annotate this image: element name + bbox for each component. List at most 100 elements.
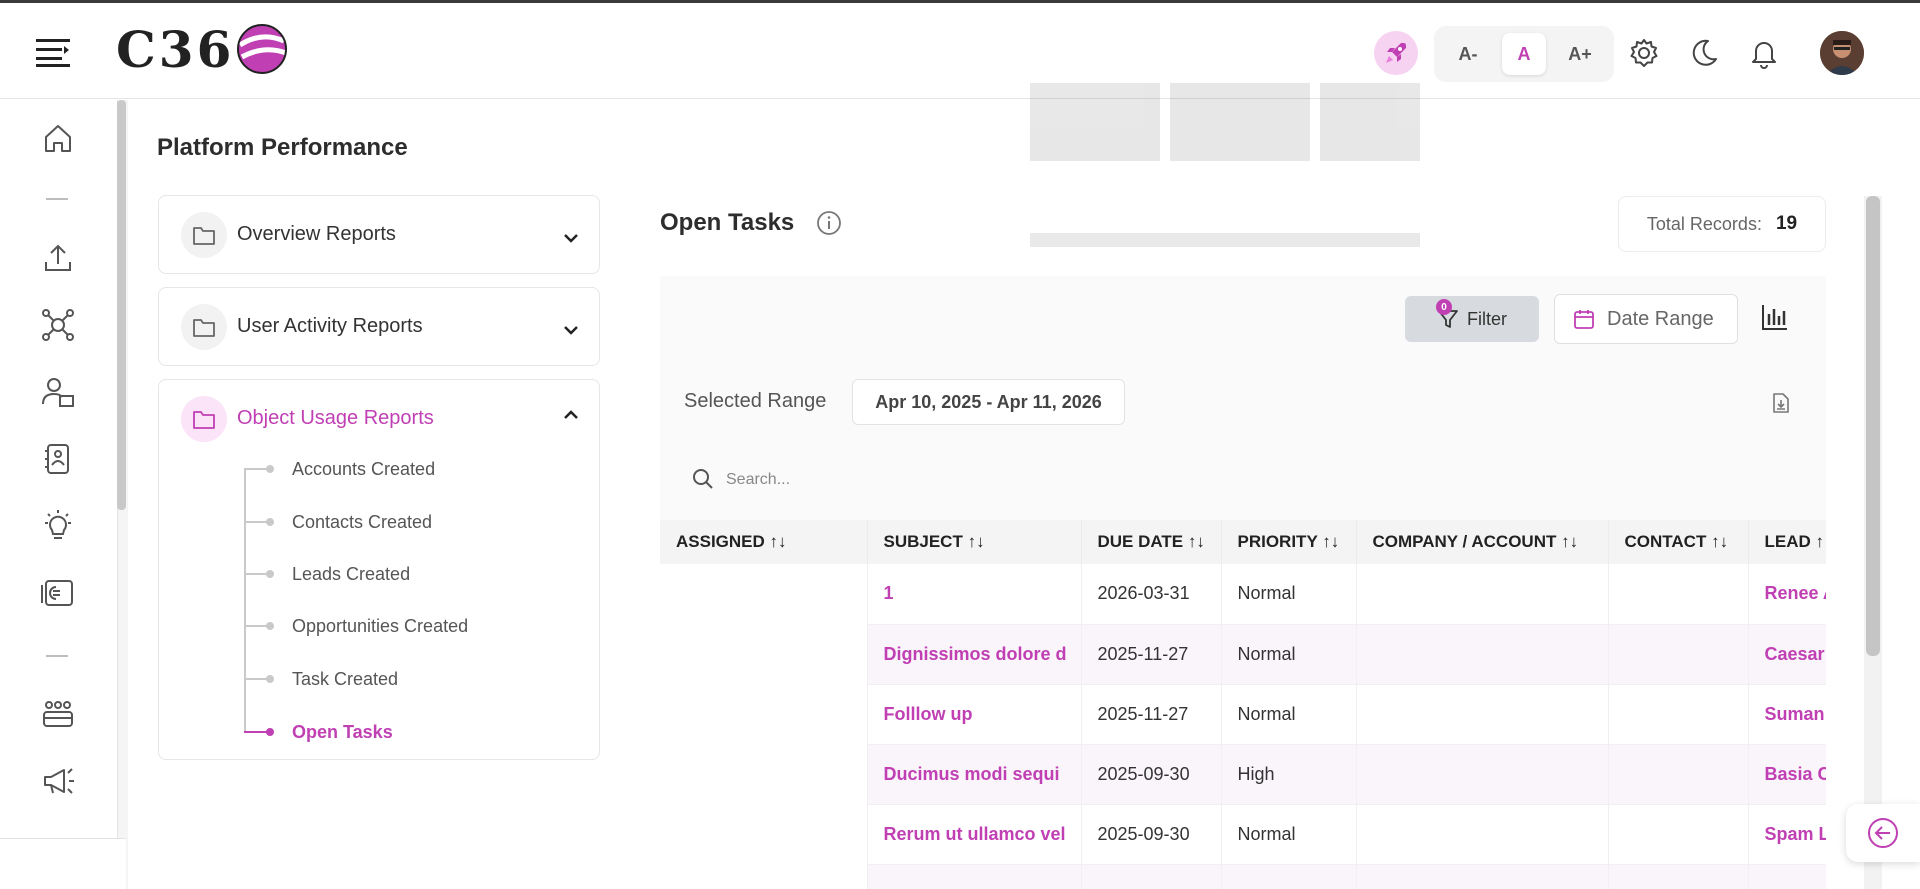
sidebar-scrollbar[interactable] [117,100,126,510]
report-item-contacts-created[interactable]: Contacts Created [244,512,432,532]
rocket-icon[interactable] [1374,31,1418,75]
report-group-overview[interactable]: Overview Reports [158,195,600,274]
column-header-company[interactable]: COMPANY / ACCOUNT ↑↓ [1356,520,1609,564]
user-building-icon[interactable] [40,374,76,410]
lead-cell[interactable]: Renee A [1748,564,1826,625]
column-header-due-date[interactable]: DUE DATE ↑↓ [1081,520,1222,564]
priority-cell: Normal [1221,804,1357,865]
export-file-icon[interactable] [1770,392,1792,414]
back-button[interactable] [1846,804,1920,862]
table-header-row: ASSIGNED ↑↓ SUBJECT ↑↓ DUE DATE ↑↓ PRIOR… [660,520,1826,564]
sidebar-divider [46,655,68,657]
page-title: Platform Performance [157,134,408,161]
chevron-down-icon[interactable] [561,320,581,340]
top-header: C36 A- A A+ [0,3,1920,247]
folder-icon [181,212,227,258]
total-records: Total Records: 19 [1618,196,1826,252]
report-item-open-tasks[interactable]: Open Tasks [244,722,393,742]
arrow-left-circle-icon [1868,818,1898,848]
column-header-priority[interactable]: PRIORITY ↑↓ [1221,520,1357,564]
upload-icon[interactable] [40,240,76,276]
subject-cell[interactable]: Folllow up [867,684,1082,745]
lead-cell[interactable] [1748,864,1826,889]
selected-range-label: Selected Range [684,390,827,412]
column-header-lead[interactable]: LEAD ↑↓ [1748,520,1826,564]
lead-cell[interactable]: Suman [1748,684,1826,745]
priority-cell: Normal [1221,684,1357,745]
date-range-button[interactable]: Date Range [1554,294,1738,344]
contact-cell [1608,804,1749,865]
subject-cell[interactable] [867,864,1082,889]
gear-icon[interactable] [1628,37,1660,69]
page-scrollbar[interactable] [1866,196,1880,656]
column-header-assigned[interactable]: ASSIGNED ↑↓ [660,520,868,564]
due-date-cell: 2025-09-30 [1081,744,1222,805]
report-item-leads-created[interactable]: Leads Created [244,564,410,584]
home-icon[interactable] [40,120,76,156]
megaphone-icon[interactable] [40,763,76,799]
subject-cell[interactable]: Ducimus modi sequi [867,744,1082,805]
contact-cell [1608,864,1749,889]
subject-cell[interactable]: Rerum ut ullamco vel [867,804,1082,865]
money-icon[interactable] [40,575,76,611]
contact-card-icon[interactable] [40,441,76,477]
lightbulb-icon[interactable] [40,508,76,544]
lead-cell[interactable]: Spam L [1748,804,1826,865]
filter-label: Filter [1467,308,1507,329]
lead-cell[interactable]: Basia C [1748,744,1826,805]
folder-icon [181,396,227,442]
network-icon[interactable] [40,307,76,343]
logo-text: C36 [116,19,235,79]
contact-cell [1608,744,1749,805]
search-input[interactable] [726,466,1026,494]
company-cell [1356,684,1609,745]
font-decrease-button[interactable]: A- [1446,33,1490,75]
bell-icon[interactable] [1748,37,1780,69]
report-group-label: Overview Reports [237,223,396,245]
chevron-up-icon[interactable] [561,405,581,425]
priority-cell: Normal [1221,624,1357,685]
menu-icon[interactable] [36,37,70,67]
assigned-group-cell[interactable]: Suman Tapader (19) [660,564,868,889]
bar-chart-icon[interactable] [1760,302,1790,332]
report-item-opportunities-created[interactable]: Opportunities Created [244,616,468,636]
open-tasks-table: ASSIGNED ↑↓ SUBJECT ↑↓ DUE DATE ↑↓ PRIOR… [660,520,1826,889]
subject-cell[interactable]: Dignissimos dolore d [867,624,1082,685]
filter-count-badge: 0 [1436,299,1452,315]
font-default-button[interactable]: A [1502,33,1546,75]
report-group-label: User Activity Reports [237,315,423,337]
avatar[interactable] [1820,31,1864,75]
company-cell [1356,624,1609,685]
font-size-controls: A- A A+ [1434,26,1614,82]
team-icon[interactable] [40,696,76,732]
subject-cell[interactable]: 1 [867,564,1082,625]
tree-connector [244,469,246,733]
due-date-cell: 2025-11-27 [1081,684,1222,745]
total-records-value: 19 [1775,213,1798,234]
folder-icon [181,304,227,350]
font-increase-button[interactable]: A+ [1558,33,1602,75]
column-header-contact[interactable]: CONTACT ↑↓ [1608,520,1749,564]
calendar-icon [1574,310,1594,329]
company-cell [1356,864,1609,889]
report-item-accounts-created[interactable]: Accounts Created [244,459,435,479]
priority-cell: Normal [1221,564,1357,625]
column-header-subject[interactable]: SUBJECT ↑↓ [867,520,1082,564]
report-group-user-activity[interactable]: User Activity Reports [158,287,600,366]
contact-cell [1608,684,1749,745]
info-icon[interactable] [816,210,842,236]
total-records-label: Total Records: [1646,213,1762,234]
company-cell [1356,744,1609,805]
report-item-task-created[interactable]: Task Created [244,669,398,689]
chevron-down-icon[interactable] [561,228,581,248]
filter-button[interactable]: Filter [1405,296,1539,342]
left-sidebar [0,100,118,889]
lead-cell[interactable]: Caesar [1748,624,1826,685]
sidebar-footer [0,838,126,889]
company-cell [1356,564,1609,625]
contact-cell [1608,624,1749,685]
due-date-cell: 2026-03-31 [1081,564,1222,625]
logo[interactable]: C36 [116,19,288,79]
moon-icon[interactable] [1688,37,1720,69]
table-row: Suman Tapader (19) 1 2026-03-31 Normal R… [660,564,1826,889]
